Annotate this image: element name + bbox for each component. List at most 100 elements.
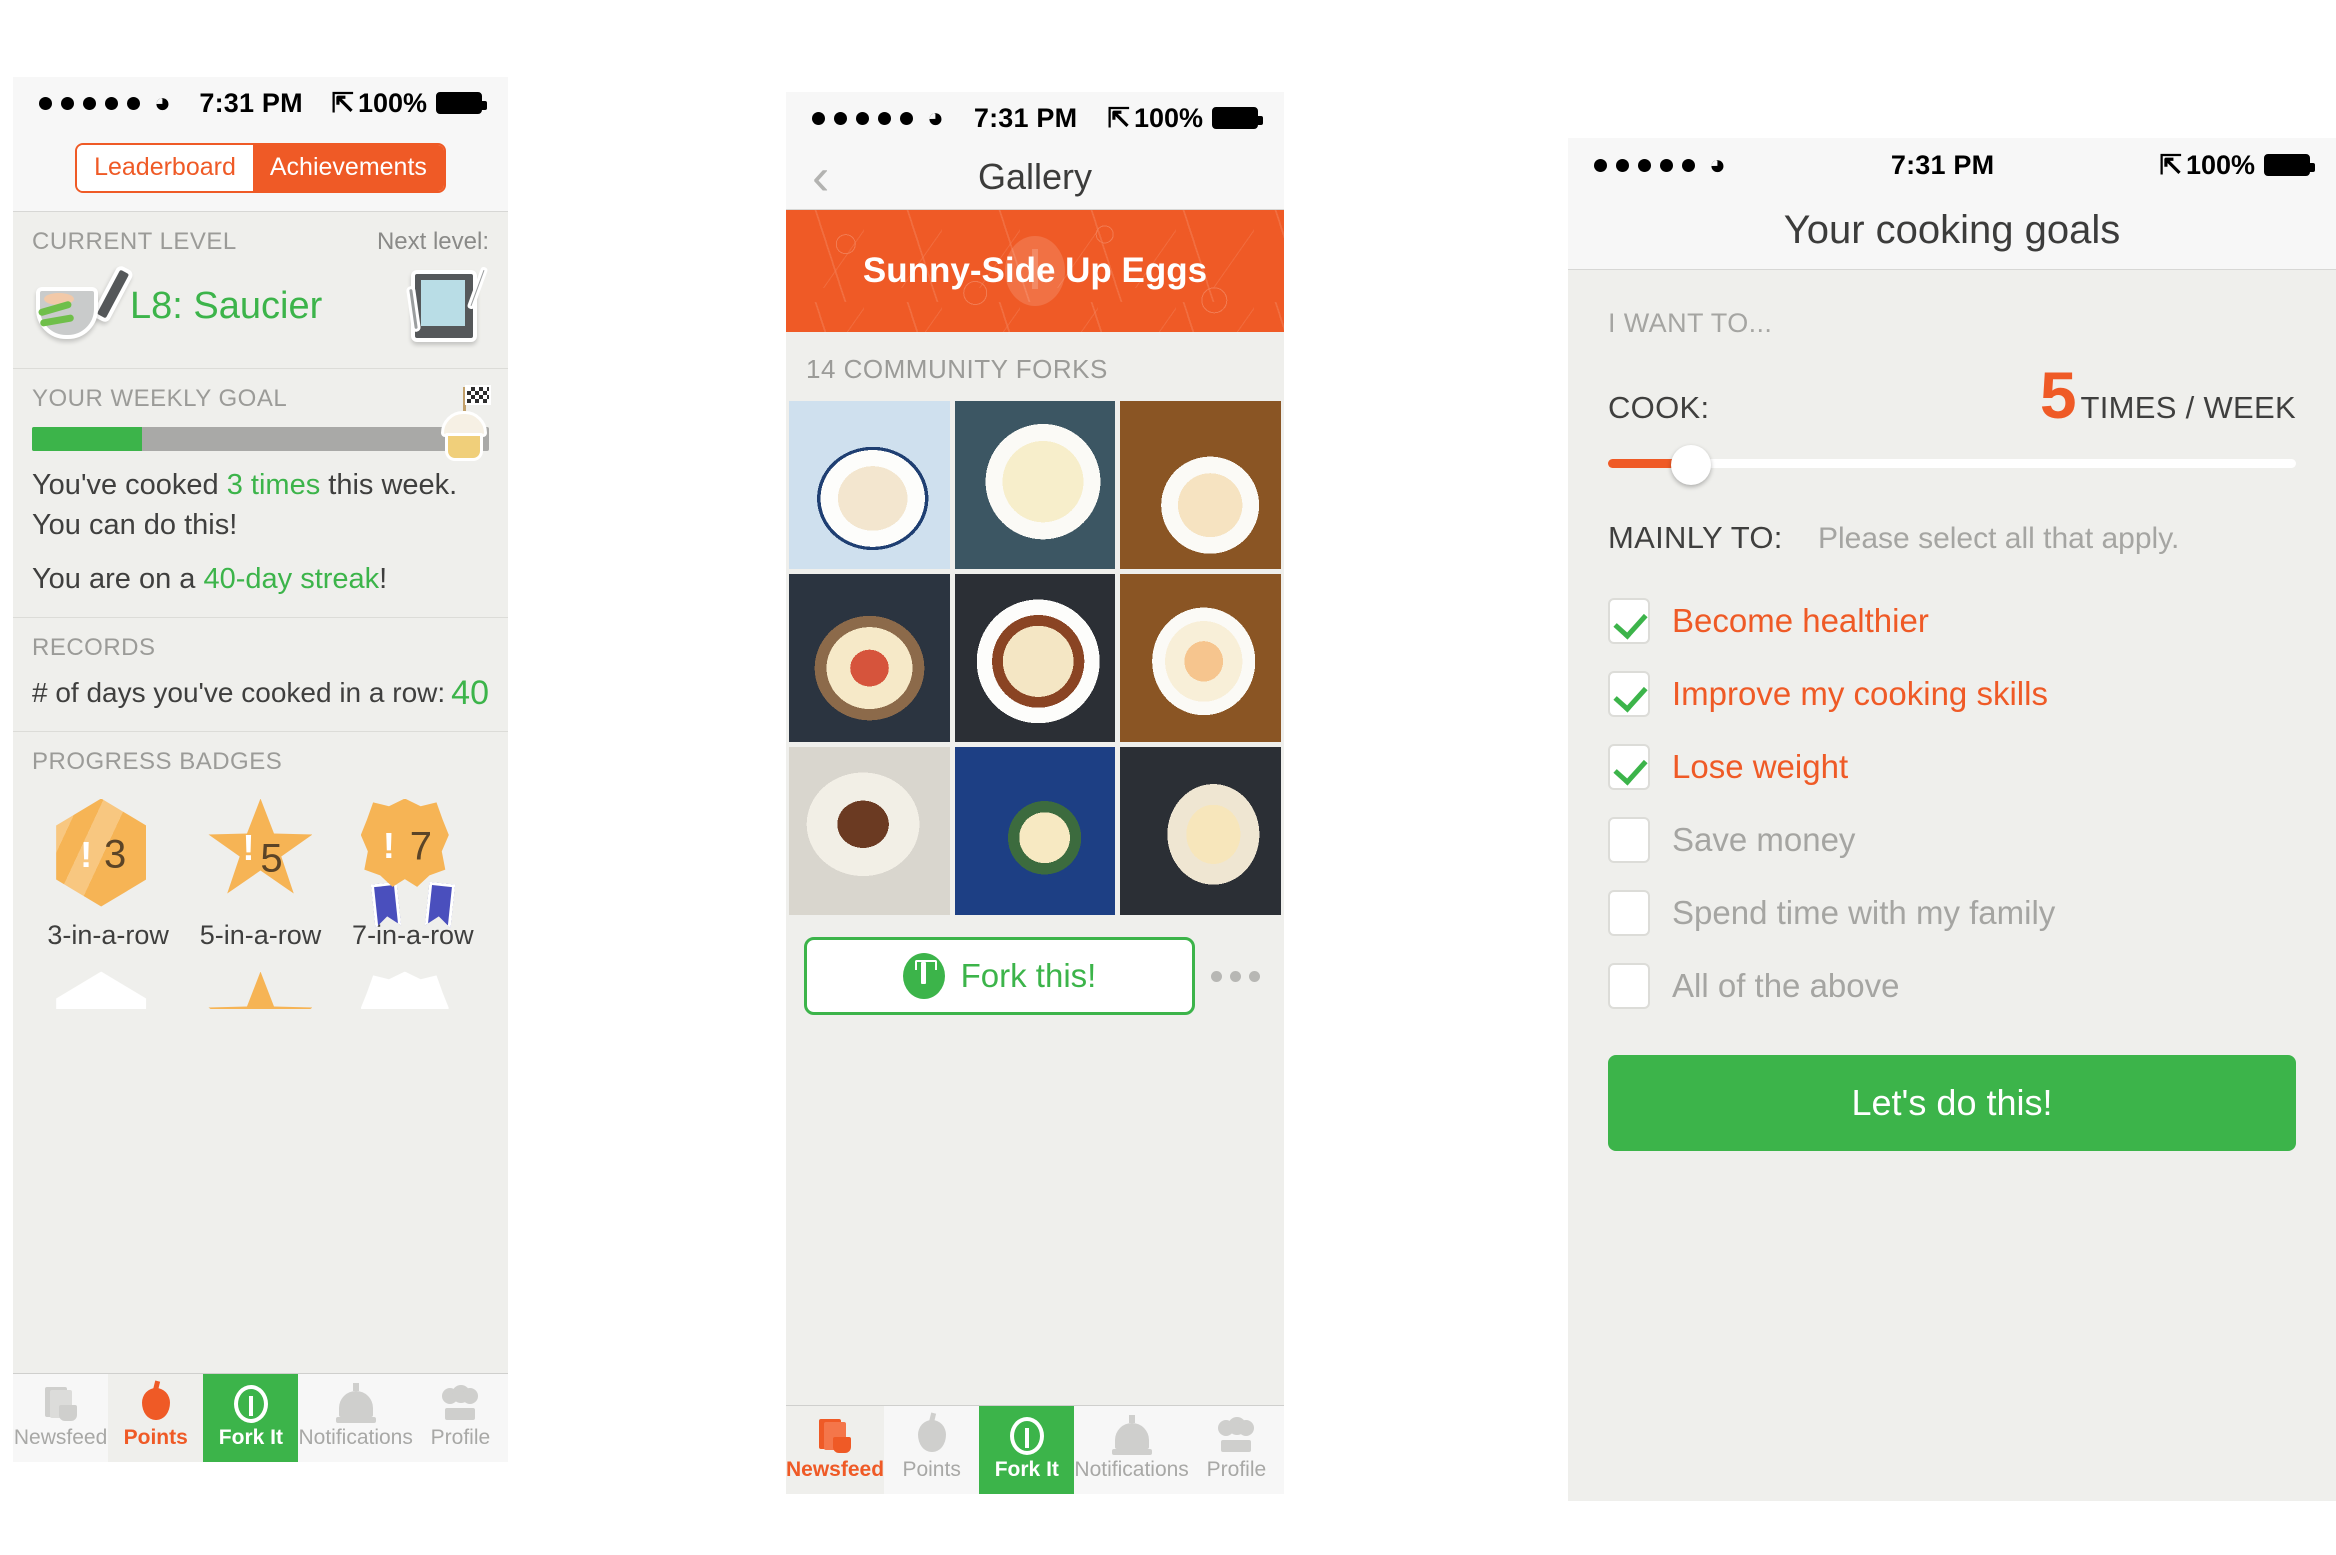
segmented-control: Leaderboard Achievements <box>13 129 508 212</box>
goal-item-become-healthier[interactable]: Become healthier <box>1608 598 2296 644</box>
lets-do-this-button[interactable]: Let's do this! <box>1608 1055 2296 1151</box>
cupcake-flag-icon <box>433 384 495 465</box>
recipe-title: Sunny-Side Up Eggs <box>862 251 1208 290</box>
tab-fork-it[interactable]: Fork It <box>979 1406 1075 1494</box>
goal-item-spend-time-family[interactable]: Spend time with my family <box>1608 890 2296 936</box>
goals-body: I WANT TO... COOK: 5 TIMES / WEEK MAINLY… <box>1568 270 2336 1009</box>
goal-line2-streak: 40-day streak <box>203 562 380 595</box>
mainly-to-hint: Please select all that apply. <box>1818 522 2180 555</box>
battery-icon <box>2264 154 2315 176</box>
badge-number: 3 <box>104 832 127 877</box>
goal-item-lose-weight[interactable]: Lose weight <box>1608 744 2296 790</box>
checkbox-unchecked-icon[interactable] <box>1608 963 1650 1009</box>
service-bell-icon <box>335 1383 376 1423</box>
cook-frequency-row: COOK: 5 TIMES / WEEK <box>1608 358 2296 432</box>
goal-line2-part-a: You are on a <box>32 562 204 595</box>
checkbox-checked-icon[interactable] <box>1608 671 1650 717</box>
goal-item-save-money[interactable]: Save money <box>1608 817 2296 863</box>
goal-label: Become healthier <box>1672 602 1929 639</box>
wifi-icon: ◕ <box>1709 149 1726 180</box>
tab-newsfeed[interactable]: Newsfeed <box>786 1406 885 1494</box>
mainly-to-row: MAINLY TO: Please select all that apply. <box>1608 520 2296 556</box>
status-right: ⇱ 100% <box>1107 102 1263 134</box>
community-forks-count: 14 COMMUNITY FORKS <box>806 354 1108 384</box>
tab-newsfeed[interactable]: Newsfeed <box>13 1374 108 1462</box>
battery-icon <box>1212 107 1263 129</box>
current-level-section: CURRENT LEVEL Next level: L8: Saucier <box>13 212 508 369</box>
tab-points[interactable]: Points <box>108 1374 204 1462</box>
gallery-photo[interactable] <box>954 747 1116 915</box>
tab-label: Notifications <box>298 1426 413 1449</box>
status-time: 7:31 PM <box>199 87 303 118</box>
cook-frequency-slider[interactable] <box>1608 445 2296 485</box>
cook-label: COOK: <box>1608 390 1710 425</box>
gallery-photo[interactable] <box>1120 401 1281 569</box>
bluetooth-icon: ⇱ <box>1107 102 1130 133</box>
newspaper-mug-icon <box>44 1387 77 1421</box>
badge-row-partially-hidden <box>32 969 489 1009</box>
photo-grid <box>786 401 1284 915</box>
tab-fork-it[interactable]: Fork It <box>203 1374 299 1462</box>
badge-number: 7 <box>409 824 432 869</box>
bluetooth-icon: ⇱ <box>2159 149 2182 180</box>
checkbox-checked-icon[interactable] <box>1608 598 1650 644</box>
gallery-photo[interactable] <box>789 401 950 569</box>
goal-item-all-of-the-above[interactable]: All of the above <box>1608 963 2296 1009</box>
goal-line1-part-a: You've cooked <box>32 468 227 501</box>
checkbox-unchecked-icon[interactable] <box>1608 817 1650 863</box>
tablet-badge-icon <box>401 264 489 350</box>
nav-bar: Your cooking goals <box>1568 192 2336 270</box>
gallery-photo[interactable] <box>954 401 1116 569</box>
gallery-photo[interactable] <box>1120 574 1281 742</box>
slider-thumb[interactable] <box>1670 445 1711 485</box>
tab-label: Newsfeed <box>13 1426 108 1449</box>
back-chevron-icon[interactable]: ‹ <box>812 151 829 203</box>
battery-percent: 100% <box>1133 102 1203 133</box>
cook-times-unit: TIMES / WEEK <box>2080 390 2296 425</box>
badge-3-in-a-row[interactable]: ! 3 3-in-a-row <box>33 796 183 951</box>
status-bar: ◕ 7:31 PM ⇱ 100% <box>1568 138 2336 192</box>
status-right: ⇱ 100% <box>331 87 487 119</box>
tab-notifications[interactable]: Notifications <box>298 1374 413 1462</box>
hexagon-badge-icon: ! 3 <box>56 798 160 911</box>
apple-icon <box>917 1420 946 1452</box>
badge-row: ! 3 3-in-a-row ! 5 5-in-a-row ! 7 7-in-a… <box>32 796 489 951</box>
tab-leaderboard[interactable]: Leaderboard <box>77 145 253 191</box>
cook-times-value: 5 <box>2039 358 2077 432</box>
badge-7-in-a-row[interactable]: ! 7 7-in-a-row <box>338 796 488 951</box>
gallery-photo[interactable] <box>954 574 1116 742</box>
tab-achievements[interactable]: Achievements <box>252 145 444 191</box>
goal-item-improve-cooking-skills[interactable]: Improve my cooking skills <box>1608 671 2296 717</box>
phone-screen-achievements: ◕ 7:31 PM ⇱ 100% Leaderboard Achievement… <box>13 77 508 1462</box>
status-signal: ◕ <box>812 104 944 132</box>
fork-circle-icon <box>1009 1417 1044 1455</box>
battery-percent: 100% <box>357 87 427 118</box>
tab-profile[interactable]: Profile <box>413 1374 508 1462</box>
tab-label: Profile <box>1206 1458 1267 1481</box>
status-signal: ◕ <box>1594 151 1726 179</box>
goal-label: Improve my cooking skills <box>1672 675 2048 712</box>
badge-5-in-a-row[interactable]: ! 5 5-in-a-row <box>185 796 335 951</box>
tab-notifications[interactable]: Notifications <box>1074 1406 1189 1494</box>
gallery-photo[interactable] <box>789 574 950 742</box>
status-right: ⇱ 100% <box>2159 149 2315 181</box>
mainly-to-label: MAINLY TO: <box>1608 520 1783 555</box>
status-bar: ◕ 7:31 PM ⇱ 100% <box>13 77 508 129</box>
tab-points[interactable]: Points <box>884 1406 979 1494</box>
slider-track[interactable] <box>1608 459 2296 468</box>
gallery-photo[interactable] <box>789 747 950 915</box>
weekly-goal-line-2: You are on a 40-day streak! <box>32 559 489 599</box>
rosette-badge-icon: ! 7 <box>360 798 465 911</box>
gallery-photo[interactable] <box>1120 747 1281 915</box>
page-title: Gallery <box>977 155 1093 197</box>
checkbox-checked-icon[interactable] <box>1608 744 1650 790</box>
checkbox-unchecked-icon[interactable] <box>1608 890 1650 936</box>
tab-profile[interactable]: Profile <box>1189 1406 1284 1494</box>
bluetooth-icon: ⇱ <box>331 87 354 118</box>
more-options-icon[interactable] <box>1211 970 1266 982</box>
nav-bar: ‹ Gallery <box>786 144 1284 210</box>
frying-pan-badge-icon <box>32 263 135 349</box>
fork-this-button[interactable]: Fork this! <box>804 937 1195 1015</box>
status-time: 7:31 PM <box>973 102 1078 133</box>
cta-label: Let's do this! <box>1851 1082 2053 1123</box>
